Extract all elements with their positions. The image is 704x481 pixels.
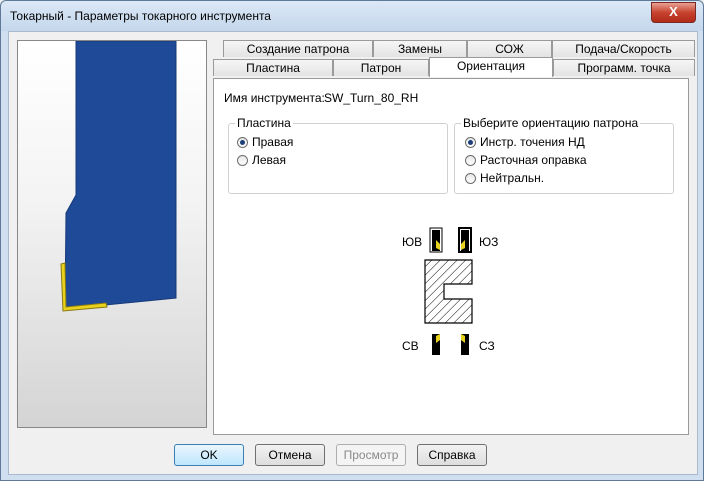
title-bar[interactable]: Токарный - Параметры токарного инструмен… [1,1,703,31]
cancel-button[interactable]: Отмена [255,444,325,466]
window-title: Токарный - Параметры токарного инструмен… [10,9,271,23]
tab-program-point[interactable]: Программ. точка [553,59,695,76]
tool-holder-body [64,40,177,310]
workpiece-diagram [424,259,473,324]
holder-group-title: Выберите ориентацию патрона [461,116,641,130]
tab-orientation[interactable]: Ориентация [429,57,553,77]
radio-boring-bar[interactable]: Расточная оправка [465,153,587,167]
tab-replacements[interactable]: Замены [373,40,467,57]
orientation-nw-tool[interactable] [458,331,472,357]
tab-holder-create[interactable]: Создание патрона [223,40,373,57]
holder-orientation-group: Выберите ориентацию патрона Инстр. точен… [454,116,674,194]
tool-drawing [60,40,177,312]
tabs-area: Создание патрона Замены СОЖ Подача/Скоро… [213,40,695,435]
radio-boring-label: Расточная оправка [480,153,587,167]
orient-label-nw: СЗ [479,339,495,353]
radio-right[interactable]: Правая [237,135,293,149]
tab-feed-speed[interactable]: Подача/Скорость [552,40,695,57]
radio-turning-indicator [465,136,476,148]
radio-neutral-indicator [465,172,476,184]
help-button[interactable]: Справка [417,444,487,466]
radio-right-label: Правая [252,135,294,149]
preview-button[interactable]: Просмотр [336,444,406,466]
orientation-se-tool[interactable] [429,227,443,253]
tab-holder[interactable]: Патрон [333,59,429,76]
client-area: Создание патрона Замены СОЖ Подача/Скоро… [8,31,698,475]
orientation-ne-tool[interactable] [429,331,443,357]
radio-left[interactable]: Левая [237,153,286,167]
close-button[interactable]: X [651,2,696,23]
tab-insert[interactable]: Пластина [213,59,333,76]
insert-group: Пластина Правая Левая [228,116,448,194]
radio-left-label: Левая [252,153,286,167]
ok-button[interactable]: OK [174,444,244,466]
orientation-panel: Имя инструмента: SW_Turn_80_RH Пластина … [213,78,689,435]
tool-name-value: SW_Turn_80_RH [324,91,419,105]
radio-left-indicator [237,154,248,166]
insert-group-title: Пластина [235,116,293,130]
tool-preview [17,40,207,428]
radio-turning-tool[interactable]: Инстр. точения НД [465,135,585,149]
radio-turning-label: Инстр. точения НД [480,135,585,149]
orientation-sw-tool[interactable] [458,227,472,253]
radio-neutral-label: Нейтральн. [480,171,545,185]
radio-boring-indicator [465,154,476,166]
radio-right-indicator [237,136,248,148]
orient-label-sw: ЮЗ [479,235,499,249]
orient-label-ne: СВ [402,339,419,353]
tool-name-label: Имя инструмента: [224,91,325,105]
dialog-window: Токарный - Параметры токарного инструмен… [0,0,704,481]
tab-coolant[interactable]: СОЖ [467,40,552,57]
radio-neutral[interactable]: Нейтральн. [465,171,544,185]
orient-label-se: ЮВ [402,235,423,249]
